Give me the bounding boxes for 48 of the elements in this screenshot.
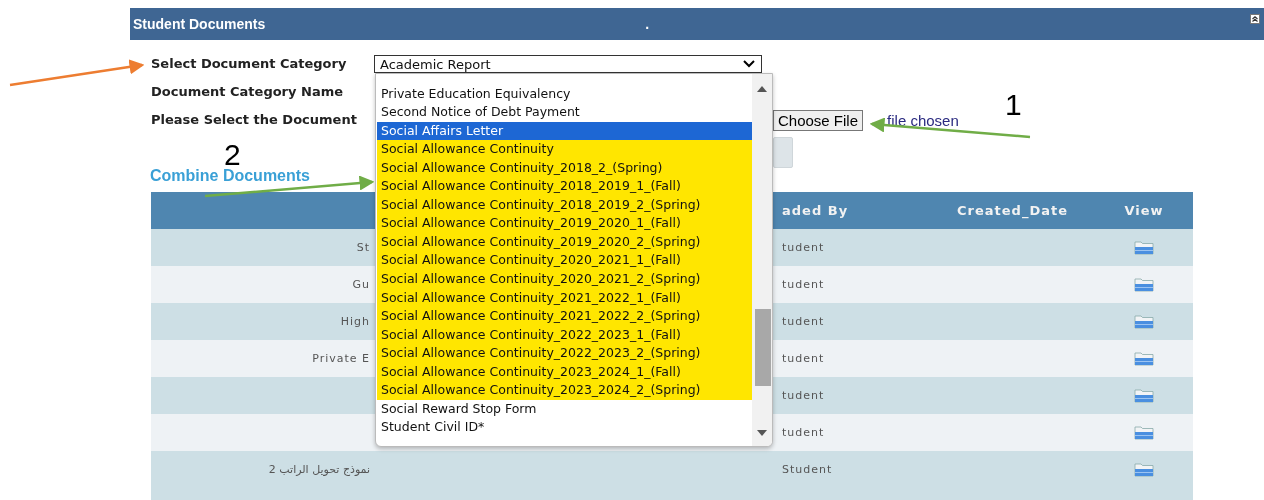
uploader-name: Student [782, 463, 833, 476]
dropdown-option[interactable]: Social Allowance Continuity_2020_2021_1_(Fall) [377, 251, 752, 270]
folder-icon[interactable] [1134, 425, 1154, 440]
dropdown-option[interactable]: Social Affairs Letter [377, 121, 752, 141]
folder-icon[interactable] [1134, 240, 1154, 255]
uploader-name: tudent [782, 426, 825, 439]
uploader-name: tudent [782, 352, 825, 365]
document-name: St [356, 241, 370, 254]
column-header: Created_Date [930, 192, 1095, 229]
column-header: View [1095, 192, 1193, 229]
uploader-name: tudent [782, 389, 825, 402]
dropdown-option[interactable]: Private Education Equivalency [377, 84, 752, 104]
column-header: aded By [760, 192, 930, 229]
folder-icon[interactable] [1134, 277, 1154, 292]
dropdown-option[interactable]: Student Civil ID* [377, 418, 752, 437]
dropdown-option[interactable]: Social Allowance Continuity_2023_2024_2_(Spring) [377, 381, 752, 400]
scroll-down-icon[interactable] [757, 430, 767, 436]
scrollbar[interactable] [752, 74, 772, 446]
field-label: Document Category Name [151, 83, 345, 101]
field-label: Please Select the Document [151, 111, 358, 129]
uploader-name: tudent [782, 278, 825, 291]
chevron-icon [743, 60, 755, 68]
folder-icon[interactable] [1134, 388, 1154, 403]
choose-file-button[interactable]: Choose File [773, 109, 864, 131]
uploader-name: tudent [782, 241, 825, 254]
document-name: High [340, 315, 370, 328]
folder-icon[interactable] [1134, 462, 1154, 477]
dropdown-option[interactable]: Social Allowance Continuity [377, 140, 752, 159]
header-dot: . [645, 16, 650, 32]
dropdown-option[interactable]: Second Notice of Debt Payment [377, 103, 752, 122]
document-name: Private E [312, 352, 370, 365]
folder-icon[interactable] [1134, 351, 1154, 366]
dropdown-option[interactable]: Social Allowance Continuity_2018_2019_1_(Fall) [377, 177, 752, 196]
document-name: نموذج تحويل الراتب 2 [268, 463, 370, 476]
scroll-up-icon[interactable] [757, 86, 767, 92]
category-select[interactable]: Academic Report [374, 55, 762, 73]
folder-icon[interactable] [1134, 314, 1154, 329]
section-title: Student Documents [133, 16, 266, 32]
dropdown-option[interactable]: Social Allowance Continuity_2019_2020_1_(Fall) [377, 214, 752, 233]
dropdown-option[interactable]: Social Reward Stop Form [377, 399, 752, 419]
document-name: Gu [352, 278, 370, 291]
dropdown-option[interactable]: Social Allowance Continuity_2022_2023_2_(Spring) [377, 344, 752, 363]
collapse-icon[interactable] [1250, 14, 1260, 24]
field-label: Select Document Category [151, 55, 348, 73]
uploader-name: tudent [782, 315, 825, 328]
annotation-number: 1 [1005, 90, 1022, 120]
dropdown-option[interactable]: Social Allowance Continuity_2021_2022_2_(Spring) [377, 307, 752, 326]
scroll-thumb[interactable] [755, 309, 771, 386]
